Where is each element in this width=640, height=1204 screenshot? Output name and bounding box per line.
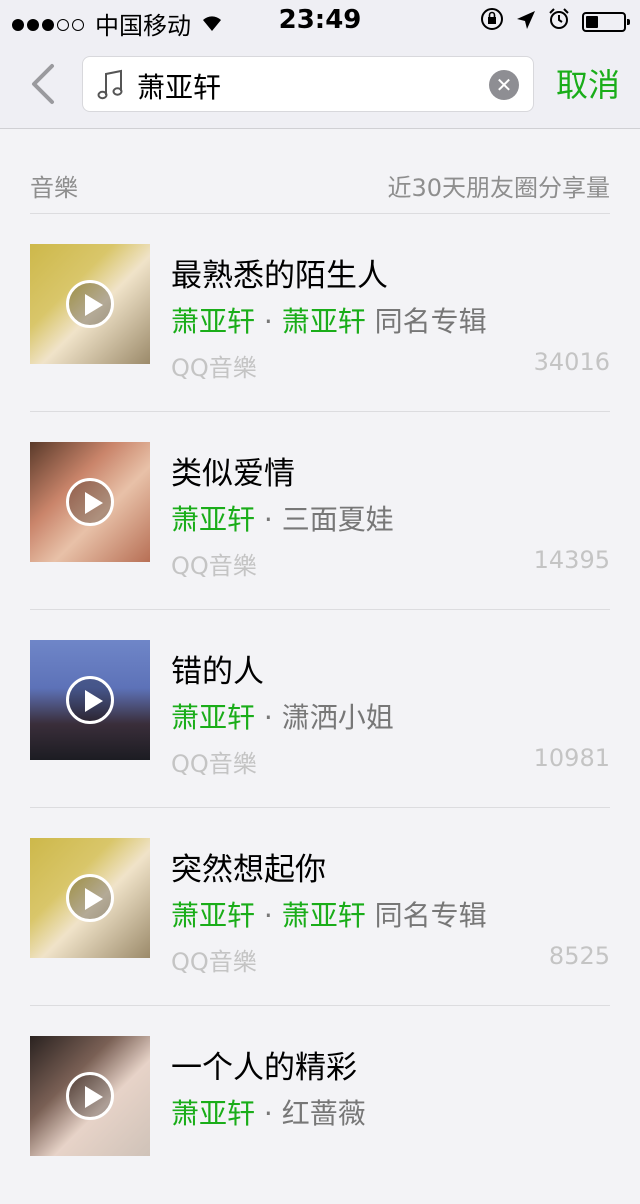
alarm-icon: [548, 8, 570, 36]
album-cover[interactable]: [30, 244, 150, 364]
album-cover[interactable]: [30, 640, 150, 760]
location-icon: [516, 8, 536, 36]
list-item[interactable]: 类似爱情 萧亚轩 · 三面夏娃 QQ音樂 14395: [30, 412, 610, 610]
search-query: 萧亚轩: [137, 71, 222, 104]
section-metric-label: 近30天朋友圈分享量: [387, 174, 610, 202]
list-item[interactable]: 最熟悉的陌生人 萧亚轩 · 萧亚轩 同名专辑 QQ音樂 34016: [30, 214, 610, 412]
song-source: QQ音樂: [171, 948, 257, 976]
list-item[interactable]: 突然想起你 萧亚轩 · 萧亚轩 同名专辑 QQ音樂 8525: [30, 808, 610, 1006]
song-title: 错的人: [171, 654, 264, 690]
music-note-icon: [97, 69, 125, 105]
section-title: 音樂: [30, 174, 78, 202]
share-count: 34016: [533, 348, 610, 376]
section-header: 音樂 近30天朋友圈分享量: [30, 160, 610, 214]
search-navbar: 萧亚轩 ✕ 取消: [0, 40, 640, 129]
cancel-button[interactable]: 取消: [556, 60, 620, 106]
back-button[interactable]: [26, 62, 62, 106]
song-meta: 萧亚轩 · 萧亚轩 同名专辑: [171, 899, 487, 932]
play-icon[interactable]: [66, 478, 114, 526]
album-cover[interactable]: [30, 838, 150, 958]
play-icon[interactable]: [66, 874, 114, 922]
battery-icon: [582, 12, 630, 32]
share-count: 14395: [533, 546, 610, 574]
clear-icon[interactable]: ✕: [489, 70, 519, 100]
search-input[interactable]: 萧亚轩 ✕: [82, 56, 534, 112]
play-icon[interactable]: [66, 280, 114, 328]
list-item[interactable]: 一个人的精彩 萧亚轩 · 红蔷薇: [30, 1006, 610, 1204]
song-meta: 萧亚轩 · 萧亚轩 同名专辑: [171, 305, 487, 338]
play-icon[interactable]: [66, 1072, 114, 1120]
song-meta: 萧亚轩 · 红蔷薇: [171, 1097, 366, 1130]
list-item[interactable]: 错的人 萧亚轩 · 潇洒小姐 QQ音樂 10981: [30, 610, 610, 808]
album-cover[interactable]: [30, 442, 150, 562]
chevron-left-icon: [32, 64, 54, 104]
song-source: QQ音樂: [171, 750, 257, 778]
rotation-lock-icon: [480, 7, 504, 37]
song-title: 最熟悉的陌生人: [171, 258, 388, 294]
album-cover[interactable]: [30, 1036, 150, 1156]
share-count: 8525: [548, 942, 610, 970]
song-title: 类似爱情: [171, 456, 295, 492]
song-meta: 萧亚轩 · 三面夏娃: [171, 503, 394, 536]
status-bar: 中国移动 23:49: [0, 0, 640, 40]
song-title: 突然想起你: [171, 852, 326, 888]
song-title: 一个人的精彩: [171, 1050, 357, 1086]
share-count: 10981: [533, 744, 610, 772]
play-icon[interactable]: [66, 676, 114, 724]
song-source: QQ音樂: [171, 552, 257, 580]
song-meta: 萧亚轩 · 潇洒小姐: [171, 701, 394, 734]
song-source: QQ音樂: [171, 354, 257, 382]
